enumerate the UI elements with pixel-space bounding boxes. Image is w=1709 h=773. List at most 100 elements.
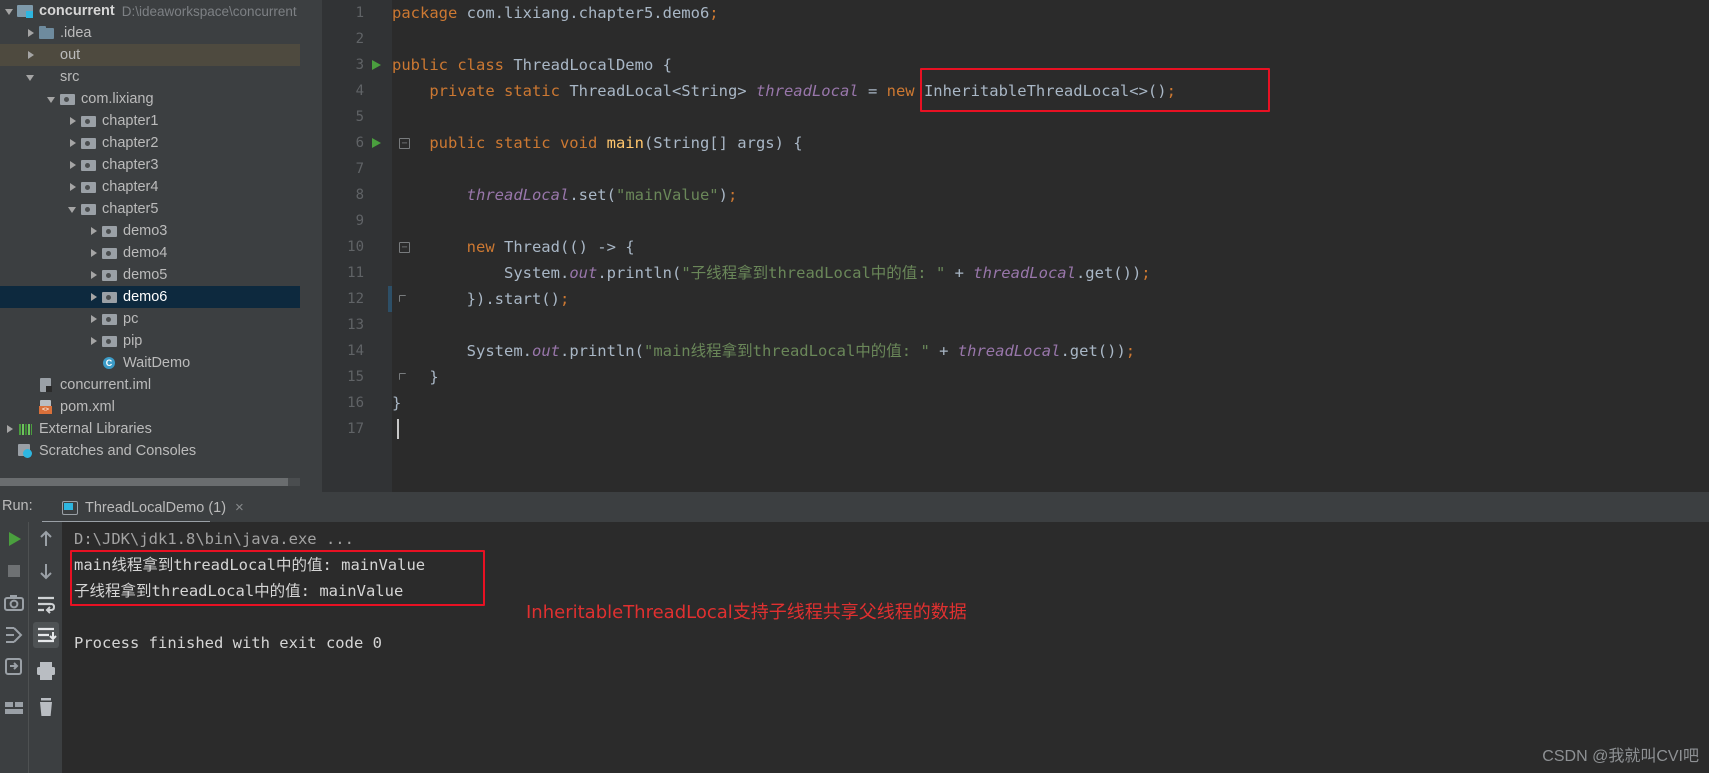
- tree-row-com-lixiang[interactable]: com.lixiang: [0, 88, 318, 110]
- tree-row-scratches-and-consoles[interactable]: Scratches and Consoles: [0, 440, 318, 462]
- code-line-1[interactable]: package com.lixiang.chapter5.demo6;: [392, 0, 1709, 26]
- code-line-10[interactable]: new Thread(() -> {: [392, 234, 1709, 260]
- editor-scrollbar-column[interactable]: [1695, 0, 1709, 492]
- chevron-right-icon[interactable]: [67, 154, 80, 176]
- line-number: 10: [347, 239, 364, 255]
- tree-row-demo6[interactable]: demo6: [0, 286, 318, 308]
- tree-row-pom-xml[interactable]: pom.xml: [0, 396, 318, 418]
- code-token: ThreadLocalDemo: [513, 56, 654, 74]
- code-token: System.: [392, 342, 532, 360]
- module-file-icon: [38, 377, 56, 393]
- code-line-3[interactable]: public class ThreadLocalDemo {: [392, 52, 1709, 78]
- editor-code-area[interactable]: package com.lixiang.chapter5.demo6; publ…: [392, 0, 1709, 492]
- code-line-12[interactable]: }).start();: [392, 286, 1709, 312]
- tree-row-label: WaitDemo: [123, 355, 191, 371]
- code-line-11[interactable]: System.out.println("子线程拿到threadLocal中的值:…: [392, 260, 1709, 286]
- chevron-right-icon[interactable]: [25, 22, 38, 44]
- code-line-2[interactable]: [392, 26, 1709, 52]
- run-gutter-icon[interactable]: [372, 138, 381, 148]
- chevron-right-icon[interactable]: [25, 44, 38, 66]
- libraries-icon: [17, 421, 35, 437]
- no-chevron: [25, 374, 38, 396]
- chevron-down-icon[interactable]: [25, 66, 38, 88]
- tree-row-pc[interactable]: pc: [0, 308, 318, 330]
- tree-row-chapter3[interactable]: chapter3: [0, 154, 318, 176]
- code-line-5[interactable]: [392, 104, 1709, 130]
- code-token: }: [392, 394, 402, 412]
- rerun-button[interactable]: [1, 526, 27, 552]
- run-tab-threadlocaldemo[interactable]: ThreadLocalDemo (1) ×: [56, 495, 250, 521]
- chevron-down-icon[interactable]: [67, 198, 80, 220]
- chevron-right-icon[interactable]: [88, 330, 101, 352]
- package-icon: [80, 113, 98, 129]
- chevron-right-icon[interactable]: [88, 242, 101, 264]
- tree-row-waitdemo[interactable]: WaitDemo: [0, 352, 318, 374]
- restore-layout-button[interactable]: [1, 654, 27, 680]
- code-line-8[interactable]: threadLocal.set("mainValue");: [392, 182, 1709, 208]
- code-line-9[interactable]: [392, 208, 1709, 234]
- code-line-14[interactable]: System.out.println("main线程拿到threadLocal中…: [392, 338, 1709, 364]
- chevron-down-icon[interactable]: [46, 88, 59, 110]
- tree-row-demo5[interactable]: demo5: [0, 264, 318, 286]
- console-controls-toolbar[interactable]: [28, 522, 62, 773]
- code-line-7[interactable]: [392, 156, 1709, 182]
- thread-dump-button[interactable]: [1, 622, 27, 648]
- stop-icon: [8, 565, 20, 577]
- run-tab-label: ThreadLocalDemo (1): [85, 500, 227, 516]
- chevron-right-icon[interactable]: [88, 286, 101, 308]
- screenshot-button[interactable]: [1, 590, 27, 616]
- code-line-13[interactable]: [392, 312, 1709, 338]
- close-icon[interactable]: ×: [235, 500, 244, 515]
- tree-row-concurrent-iml[interactable]: concurrent.iml: [0, 374, 318, 396]
- run-gutter-icon[interactable]: [372, 60, 381, 70]
- code-line-6[interactable]: public static void main(String[] args) {: [392, 130, 1709, 156]
- chevron-right-icon[interactable]: [67, 176, 80, 198]
- project-vertical-scrollbar[interactable]: [300, 0, 612, 492]
- tree-row-label: out: [60, 47, 81, 63]
- previous-occurrence-button[interactable]: [33, 526, 59, 552]
- project-tool-window[interactable]: concurrent D:\ideaworkspace\concurrent .id…: [0, 0, 318, 492]
- code-line-4[interactable]: private static ThreadLocal<String> threa…: [392, 78, 1709, 104]
- print-button[interactable]: [33, 658, 59, 684]
- run-controls-toolbar[interactable]: [0, 522, 28, 773]
- editor-gutter[interactable]: 1 2 3 4 5 6−7 8 9 10−11 12 13 14 15 16 17: [322, 0, 410, 492]
- chevron-right-icon[interactable]: [67, 132, 80, 154]
- stop-button[interactable]: [1, 558, 27, 584]
- console-output-line-1: main线程拿到threadLocal中的值: mainValue: [74, 556, 426, 574]
- next-occurrence-button[interactable]: [33, 558, 59, 584]
- package-icon: [80, 157, 98, 173]
- tree-row-chapter1[interactable]: chapter1: [0, 110, 318, 132]
- project-horizontal-scrollbar-thumb[interactable]: [0, 478, 288, 486]
- code-editor[interactable]: 1 2 3 4 5 6−7 8 9 10−11 12 13 14 15 16 17 package com.…: [322, 0, 1709, 492]
- line-number: 1: [355, 5, 364, 21]
- code-line-16[interactable]: }: [392, 390, 1709, 416]
- console-output[interactable]: D:\JDK\jdk1.8\bin\java.exe ... main线程拿到t…: [62, 522, 1709, 773]
- tree-row-chapter4[interactable]: chapter4: [0, 176, 318, 198]
- code-token: private static: [392, 82, 570, 100]
- tree-row-external-libraries[interactable]: External Libraries: [0, 418, 318, 440]
- project-tree[interactable]: concurrent D:\ideaworkspace\concurrent .id…: [0, 0, 318, 462]
- tree-row-root[interactable]: concurrent D:\ideaworkspace\concurrent: [0, 0, 318, 22]
- tree-row-out[interactable]: out: [0, 44, 318, 66]
- tree-row-pip[interactable]: pip: [0, 330, 318, 352]
- chevron-right-icon[interactable]: [88, 220, 101, 242]
- watermark: CSDN @我就叫CVI吧: [1542, 748, 1699, 765]
- code-line-17[interactable]: [392, 416, 1709, 442]
- layout-settings-button[interactable]: [1, 694, 27, 720]
- chevron-right-icon[interactable]: [4, 418, 17, 440]
- chevron-right-icon[interactable]: [88, 264, 101, 286]
- project-horizontal-scrollbar[interactable]: [0, 478, 300, 486]
- chevron-down-icon[interactable]: [4, 0, 17, 22]
- soft-wrap-button[interactable]: [33, 590, 59, 616]
- scroll-to-end-button[interactable]: [33, 622, 59, 648]
- tree-row-src[interactable]: src: [0, 66, 318, 88]
- tree-row-chapter5[interactable]: chapter5: [0, 198, 318, 220]
- tree-row--idea[interactable]: .idea: [0, 22, 318, 44]
- tree-row-chapter2[interactable]: chapter2: [0, 132, 318, 154]
- tree-row-demo3[interactable]: demo3: [0, 220, 318, 242]
- clear-all-button[interactable]: [33, 694, 59, 720]
- chevron-right-icon[interactable]: [88, 308, 101, 330]
- chevron-right-icon[interactable]: [67, 110, 80, 132]
- code-line-15[interactable]: }: [392, 364, 1709, 390]
- tree-row-demo4[interactable]: demo4: [0, 242, 318, 264]
